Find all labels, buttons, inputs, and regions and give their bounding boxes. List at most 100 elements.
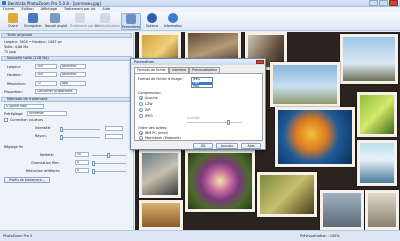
batch-icon <box>75 13 85 23</box>
radius-input[interactable] <box>105 134 123 139</box>
app-icon <box>2 1 6 5</box>
photo-tile <box>139 200 183 230</box>
compression-label: Compression: <box>138 91 162 95</box>
photo-tile <box>270 62 340 107</box>
preset-label: Préréglage: <box>4 112 24 116</box>
original-size-header[interactable]: Taille originale <box>1 33 132 38</box>
intensity-knob[interactable] <box>60 127 63 132</box>
width-unit-select[interactable]: pourcent <box>60 64 86 69</box>
quality-slider[interactable] <box>187 120 242 125</box>
method-header[interactable]: Méthode de traitement <box>1 97 132 102</box>
intensity-slider[interactable] <box>60 127 100 132</box>
preview-icon <box>100 13 110 23</box>
photo-tile <box>357 140 397 186</box>
sharpness-slider[interactable] <box>92 153 126 158</box>
proportion-select[interactable]: Conserver proportions <box>35 89 77 94</box>
width-input[interactable]: 100 <box>35 64 57 69</box>
radius-slider[interactable] <box>60 135 100 140</box>
radio-zip-label: ZIP <box>145 108 151 112</box>
status-zoom: Prévisualisation : 100% <box>300 234 340 238</box>
ok-button[interactable]: OK <box>193 143 213 149</box>
color-correction-label: Correction couleurs <box>10 118 44 122</box>
photo-tile <box>275 107 355 167</box>
artifact-reduction-knob[interactable] <box>92 169 95 174</box>
open-button[interactable]: Ouvrir <box>3 13 23 30</box>
minimize-button[interactable] <box>369 0 378 6</box>
window-title: BenVista PhotoZoom Pro 5.0.8 - [panneau.… <box>8 1 101 6</box>
settings-icon <box>126 14 136 24</box>
save-icon <box>28 13 38 23</box>
settings-button[interactable]: Paramètres <box>121 13 141 30</box>
radio-macintosh[interactable] <box>139 136 143 140</box>
color-correction-checkbox[interactable] <box>4 118 8 122</box>
radio-ibm-pc[interactable] <box>139 131 143 135</box>
save-button[interactable]: Enregistrer <box>23 13 43 30</box>
processing-profiles-button[interactable]: Profils de traitement... <box>4 177 50 183</box>
info-button[interactable]: Information <box>163 13 183 30</box>
artifact-reduction-input[interactable]: 0 <box>75 168 89 173</box>
info-icon <box>168 13 178 23</box>
settings-panel: Taille originale Largeur: 1600 • Hauteur… <box>0 32 134 230</box>
options-button[interactable]: Options <box>142 13 162 30</box>
new-size-header[interactable]: Nouvelle taille (128 Mo) <box>1 56 132 61</box>
sharpness-knob[interactable] <box>107 153 110 158</box>
height-label: Hauteur: <box>7 73 22 77</box>
resolution-label: Résolution: <box>7 82 26 86</box>
radio-none[interactable] <box>139 96 143 100</box>
fine-tune-label: Réglage fin <box>4 145 24 149</box>
photo-tile <box>139 150 181 198</box>
radio-zip[interactable] <box>139 108 143 112</box>
radius-knob[interactable] <box>60 135 63 140</box>
preset-select[interactable]: Universel <box>27 111 67 116</box>
title-bar: BenVista PhotoZoom Pro 5.0.8 - [panneau.… <box>0 0 400 7</box>
tab-panel: Format de fichier d'image: JPEG TIFF PNG… <box>134 73 263 141</box>
status-left: PhotoZoom Pro 5 <box>3 234 33 238</box>
film-grain-label: Granulation film: <box>31 161 60 165</box>
sharpness-input[interactable]: 50 <box>75 152 89 157</box>
resolution-unit-select[interactable]: ppp <box>60 81 86 86</box>
sharpness-label: Netteté: <box>40 153 54 157</box>
dialog-title: Paramètres <box>131 59 265 65</box>
batch-button[interactable]: Traitement par lot <box>70 13 99 30</box>
radio-macintosh-label: Macintosh (Motorola) <box>145 136 181 140</box>
status-bar: PhotoZoom Pro 5 Prévisualisation : 100% <box>0 230 400 241</box>
film-grain-input[interactable]: 0 <box>75 160 89 165</box>
radio-lzw[interactable] <box>139 102 143 106</box>
byte-order-label: Ordre des octets: <box>138 126 168 130</box>
radio-jpeg-label: JPEG <box>145 114 153 118</box>
proportion-label: Proportion: <box>4 90 23 94</box>
radius-label: Rayon: <box>35 134 47 138</box>
quality-label: Qualité: <box>187 116 201 120</box>
photo-tile <box>365 190 399 230</box>
radio-none-label: Aucune <box>145 96 158 100</box>
settings-dialog: Paramètres Formats de fichier Interface … <box>130 58 266 150</box>
close-button[interactable] <box>389 0 398 6</box>
cancel-button[interactable]: Annuler <box>216 143 238 149</box>
original-dimensions: Largeur: 1600 • Hauteur: 1067 px <box>4 40 62 44</box>
film-grain-slider[interactable] <box>92 161 126 166</box>
maximize-button[interactable] <box>379 0 388 6</box>
resolution-input[interactable]: 72 <box>35 81 57 86</box>
preview-button[interactable]: Prévisualisation <box>95 13 120 30</box>
intensity-input[interactable] <box>105 126 123 131</box>
radio-jpeg[interactable] <box>139 114 143 118</box>
new-tab-button[interactable]: Nouvel onglet <box>45 13 67 30</box>
file-format-label: Format de fichier d'image: <box>138 77 183 81</box>
photo-tile <box>357 92 397 137</box>
height-unit-select[interactable]: pourcent <box>60 72 86 77</box>
artifact-reduction-slider[interactable] <box>92 169 126 174</box>
quality-knob[interactable] <box>227 120 230 125</box>
artifact-reduction-label: Réduction artéfacts: <box>26 169 61 173</box>
height-input[interactable]: 100 <box>35 72 57 77</box>
film-grain-knob[interactable] <box>92 161 95 166</box>
format-option-png[interactable]: PNG <box>192 84 212 89</box>
new-tab-icon <box>50 13 60 23</box>
original-resolution: 72 ppp <box>4 50 16 54</box>
help-button[interactable]: Aide <box>241 143 261 149</box>
radio-lzw-label: LZW <box>145 102 153 106</box>
method-select[interactable]: S-Spline Max <box>4 104 44 109</box>
dialog-close-button[interactable] <box>256 60 264 64</box>
photo-tile <box>340 34 398 84</box>
file-format-dropdown[interactable]: JPEG TIFF PNG <box>191 77 213 88</box>
folder-open-icon <box>8 13 18 23</box>
